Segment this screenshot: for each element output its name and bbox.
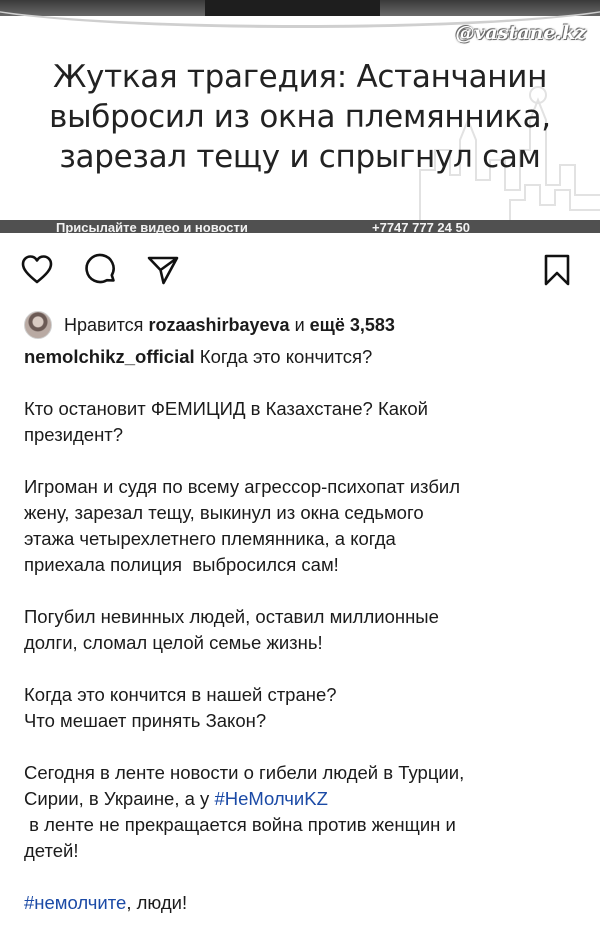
caption-username[interactable]: nemolchikz_official	[24, 346, 195, 367]
band-left-text: Присылайте видео и новости	[56, 220, 248, 234]
likes-row[interactable]: Нравится rozaashirbayeva и ещё 3,583	[24, 310, 395, 340]
caption-line: Сегодня в ленте новости о гибели людей в…	[24, 762, 465, 783]
caption-line: этажа четырехлетнего племянника, а когда	[24, 528, 396, 549]
caption-line: Кто остановит ФЕМИЦИД в Казахстане? Како…	[24, 398, 428, 419]
caption-line: приехала полиция выбросился сам!	[24, 554, 339, 575]
headline-line: Жуткая трагедия: Астанчанин	[52, 59, 548, 95]
caption-paragraph: nemolchikz_official Когда это кончится?	[24, 344, 584, 370]
liker-username[interactable]: rozaashirbayeva	[148, 315, 289, 336]
caption-line: Игроман и судя по всему агрессор-психопа…	[24, 476, 461, 497]
caption-line: жену, зарезал тещу, выкинул из окна седь…	[24, 502, 424, 523]
hashtag-link[interactable]: #немолчите	[24, 892, 126, 913]
post-caption: nemolchikz_official Когда это кончится? …	[24, 344, 584, 916]
caption-line: Что мешает принять Закон?	[24, 710, 267, 731]
hashtag-link[interactable]: #НеМолчиKZ	[214, 788, 327, 809]
caption-paragraph: Когда это кончится в нашей стране? Что м…	[24, 682, 584, 734]
caption-paragraph: Кто остановит ФЕМИЦИД в Казахстане? Како…	[24, 396, 584, 448]
bookmark-icon[interactable]	[540, 253, 574, 287]
caption-line: президент?	[24, 424, 124, 445]
liker-avatar[interactable]	[24, 311, 52, 339]
heart-icon[interactable]	[20, 253, 54, 287]
caption-line: Когда это кончится в нашей стране?	[24, 684, 337, 705]
caption-paragraph: Игроман и судя по всему агрессор-психопа…	[24, 474, 584, 578]
caption-line: , люди!	[126, 892, 188, 913]
band-right-text: +7747 777 24 50	[372, 220, 470, 234]
likes-connector: и	[294, 314, 305, 335]
caption-line: долги, сломал целой семье жизнь!	[24, 632, 323, 653]
watermark: @vastane.kz	[455, 22, 586, 44]
headline-line: выбросил из окна племянника,	[49, 99, 551, 135]
headline-line: зарезал тещу и спрыгнул сам	[59, 139, 541, 175]
caption-line: Сирии, в Украине, а у	[24, 788, 210, 809]
caption-paragraph: Сегодня в ленте новости о гибели людей в…	[24, 760, 584, 864]
caption-line: Погубил невинных людей, оставил миллионн…	[24, 606, 439, 627]
send-icon[interactable]	[146, 253, 180, 287]
image-headline: Жуткая трагедия: Астанчанин выбросил из …	[0, 57, 600, 177]
action-bar	[0, 240, 600, 302]
caption-paragraph: #немолчите, люди!	[24, 890, 584, 916]
caption-line: детей!	[24, 840, 79, 861]
caption-line: Когда это кончится?	[199, 346, 373, 367]
comment-icon[interactable]	[84, 253, 118, 287]
image-bottom-band: Присылайте видео и новости +7747 777 24 …	[0, 220, 600, 233]
caption-line: в ленте не прекращается война против жен…	[24, 814, 456, 835]
likes-count[interactable]: ещё 3,583	[310, 315, 395, 336]
post-image[interactable]: @vastane.kz Жуткая трагедия: Астанчанин …	[0, 0, 600, 233]
likes-prefix: Нравится	[64, 314, 144, 335]
caption-paragraph: Погубил невинных людей, оставил миллионн…	[24, 604, 584, 656]
